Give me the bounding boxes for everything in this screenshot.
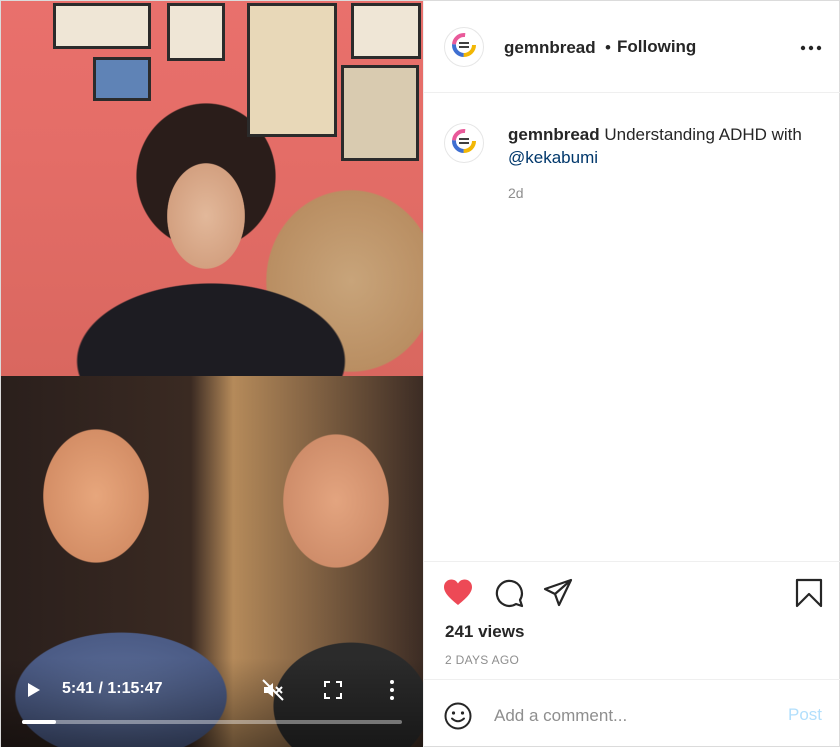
wall-frame: [93, 57, 151, 101]
post-comment-button[interactable]: Post: [788, 705, 822, 725]
wall-poster: [247, 3, 337, 137]
caption-mention-link[interactable]: @kekabumi: [508, 148, 598, 167]
video-pane-host: [1, 1, 423, 376]
caption-age: 2d: [508, 185, 524, 201]
video-progress-bar[interactable]: [22, 720, 402, 724]
post-actions: 241 views 2 DAYS AGO: [424, 561, 840, 679]
view-count[interactable]: 241 views: [445, 622, 524, 642]
post-timestamp: 2 DAYS AGO: [445, 653, 520, 667]
caption-text: Understanding ADHD with: [599, 125, 802, 144]
wall-frame: [341, 65, 419, 161]
avatar[interactable]: [444, 27, 484, 67]
caption-avatar[interactable]: [444, 123, 484, 163]
comment-input[interactable]: [494, 704, 764, 728]
video-time: 5:41 / 1:15:47: [62, 680, 163, 697]
post-header: gemnbread • Following: [424, 1, 840, 93]
wall-frame: [53, 3, 151, 49]
comment-bar: Post: [424, 679, 840, 747]
mute-icon[interactable]: [261, 678, 285, 702]
heart-icon[interactable]: [443, 578, 473, 608]
post-side-panel: gemnbread • Following gemnbread Understa…: [423, 1, 840, 747]
play-icon[interactable]: [27, 682, 41, 698]
video-player[interactable]: 5:41 / 1:15:47: [1, 1, 423, 747]
following-button[interactable]: Following: [617, 37, 696, 57]
comment-icon[interactable]: [494, 578, 524, 608]
emoji-icon[interactable]: [444, 702, 472, 730]
more-horizontal-icon[interactable]: [800, 41, 822, 55]
video-progress-fill: [22, 720, 57, 724]
caption-username[interactable]: gemnbread: [508, 125, 600, 144]
separator-dot: •: [605, 38, 611, 57]
bookmark-icon[interactable]: [794, 578, 824, 608]
brand-logo-icon: [452, 33, 476, 57]
more-vertical-icon[interactable]: [385, 679, 399, 701]
brand-logo-icon: [452, 129, 476, 153]
post-author-username[interactable]: gemnbread: [504, 38, 596, 58]
fullscreen-icon[interactable]: [324, 681, 342, 699]
post-dialog: 5:41 / 1:15:47 gemnbread • Following gem…: [0, 0, 840, 747]
wall-frame: [351, 3, 421, 59]
share-icon[interactable]: [543, 578, 573, 608]
wall-frame: [167, 3, 225, 61]
video-controls: [1, 658, 423, 747]
post-caption: gemnbread Understanding ADHD with @kekab…: [508, 123, 818, 169]
